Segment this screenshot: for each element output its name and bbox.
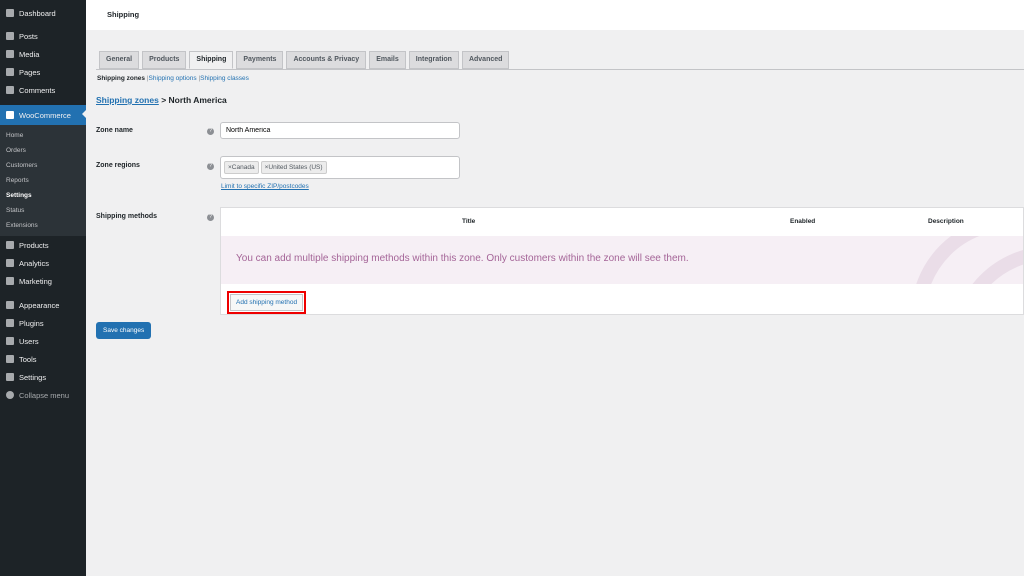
subnav-classes[interactable]: Shipping classes bbox=[200, 75, 249, 82]
breadcrumb: Shipping zones > North America bbox=[96, 95, 227, 105]
col-description: Description bbox=[928, 218, 964, 225]
tab-integration[interactable]: Integration bbox=[408, 51, 459, 69]
label: Settings bbox=[19, 372, 47, 382]
page-header: Shipping bbox=[86, 0, 1024, 30]
label: Comments bbox=[19, 85, 56, 95]
tab-shipping[interactable]: Shipping bbox=[189, 51, 234, 69]
wrench-icon bbox=[6, 355, 14, 363]
menu-woocommerce[interactable]: WooCommerce bbox=[0, 105, 86, 125]
label: Plugins bbox=[19, 318, 44, 328]
tab-accounts-privacy[interactable]: Accounts & Privacy bbox=[286, 51, 367, 69]
menu-plugins[interactable]: Plugins bbox=[0, 314, 86, 332]
label: Collapse menu bbox=[19, 390, 70, 400]
empty-state: You can add multiple shipping methods wi… bbox=[221, 236, 1023, 284]
products-icon bbox=[6, 241, 14, 249]
col-enabled: Enabled bbox=[790, 218, 816, 225]
pin-icon bbox=[6, 32, 14, 40]
zone-regions-select[interactable]: ×Canada ×United States (US) bbox=[220, 156, 460, 179]
shipping-subnav: Shipping zones |Shipping options |Shippi… bbox=[97, 75, 249, 82]
pages-icon bbox=[6, 68, 14, 76]
plugin-icon bbox=[6, 319, 14, 327]
submenu-customers[interactable]: Customers bbox=[0, 158, 86, 173]
label: Analytics bbox=[19, 258, 50, 268]
collapse-icon bbox=[6, 391, 14, 399]
label: Posts bbox=[19, 31, 38, 41]
region-chip: ×United States (US) bbox=[260, 161, 327, 174]
menu-marketing[interactable]: Marketing bbox=[0, 272, 86, 290]
zone-name-label: Zone name bbox=[96, 127, 133, 134]
menu-analytics[interactable]: Analytics bbox=[0, 254, 86, 272]
label: WooCommerce bbox=[19, 110, 71, 120]
menu-media[interactable]: Media bbox=[0, 45, 86, 63]
limit-postcodes-link[interactable]: Limit to specific ZIP/postcodes bbox=[221, 183, 309, 190]
shipping-methods-table: Title Enabled Description You can add mu… bbox=[220, 207, 1024, 315]
tab-products[interactable]: Products bbox=[142, 51, 187, 69]
tab-divider bbox=[96, 69, 1024, 70]
label: Tools bbox=[19, 354, 37, 364]
menu-products[interactable]: Products bbox=[0, 236, 86, 254]
brush-icon bbox=[6, 301, 14, 309]
submenu-settings[interactable]: Settings bbox=[0, 188, 86, 203]
subnav-zones[interactable]: Shipping zones bbox=[97, 75, 145, 82]
shipping-methods-label: Shipping methods bbox=[96, 213, 158, 220]
tab-advanced[interactable]: Advanced bbox=[461, 51, 510, 69]
submenu-reports[interactable]: Reports bbox=[0, 173, 86, 188]
comment-icon bbox=[6, 86, 14, 94]
dashboard-icon bbox=[6, 9, 14, 17]
media-icon bbox=[6, 50, 14, 58]
menu-users[interactable]: Users bbox=[0, 332, 86, 350]
region-chip: ×Canada bbox=[224, 161, 259, 174]
woo-submenu: Home Orders Customers Reports Settings S… bbox=[0, 125, 86, 236]
page-title: Shipping bbox=[107, 10, 140, 19]
subnav-options[interactable]: Shipping options bbox=[149, 75, 197, 82]
settings-icon bbox=[6, 373, 14, 381]
submenu-status[interactable]: Status bbox=[0, 203, 86, 218]
menu-comments[interactable]: Comments bbox=[0, 81, 86, 99]
help-icon[interactable]: ? bbox=[207, 214, 214, 221]
tab-payments[interactable]: Payments bbox=[236, 51, 284, 69]
label: Dashboard bbox=[19, 8, 56, 18]
breadcrumb-link[interactable]: Shipping zones bbox=[96, 95, 159, 105]
col-title: Title bbox=[462, 218, 476, 225]
empty-message: You can add multiple shipping methods wi… bbox=[236, 253, 689, 264]
tab-general[interactable]: General bbox=[99, 51, 140, 69]
menu-dashboard[interactable]: Dashboard bbox=[0, 4, 86, 22]
menu-tools[interactable]: Tools bbox=[0, 350, 86, 368]
megaphone-icon bbox=[6, 277, 14, 285]
label: Media bbox=[19, 49, 40, 59]
label: Products bbox=[19, 240, 49, 250]
submenu-home[interactable]: Home bbox=[0, 128, 86, 143]
label: Appearance bbox=[19, 300, 60, 310]
highlight-box: Add shipping method bbox=[227, 291, 307, 314]
settings-tabs: General Products Shipping Payments Accou… bbox=[99, 51, 510, 69]
save-changes-button[interactable]: Save changes bbox=[96, 322, 152, 339]
add-shipping-method-button[interactable]: Add shipping method bbox=[230, 294, 304, 311]
menu-posts[interactable]: Posts bbox=[0, 27, 86, 45]
submenu-orders[interactable]: Orders bbox=[0, 143, 86, 158]
chip-label: United States (US) bbox=[268, 164, 323, 171]
menu-settings[interactable]: Settings bbox=[0, 368, 86, 386]
tab-emails[interactable]: Emails bbox=[369, 51, 406, 69]
analytics-icon bbox=[6, 259, 14, 267]
zone-name-input[interactable] bbox=[220, 122, 460, 139]
help-icon[interactable]: ? bbox=[207, 128, 214, 135]
zone-regions-label: Zone regions bbox=[96, 162, 140, 169]
submenu-extensions[interactable]: Extensions bbox=[0, 218, 86, 233]
breadcrumb-current: > North America bbox=[161, 95, 227, 105]
menu-appearance[interactable]: Appearance bbox=[0, 296, 86, 314]
menu-pages[interactable]: Pages bbox=[0, 63, 86, 81]
user-icon bbox=[6, 337, 14, 345]
label: Marketing bbox=[19, 276, 52, 286]
chip-label: Canada bbox=[231, 164, 255, 171]
admin-sidebar: Dashboard Posts Media Pages Comments Woo… bbox=[0, 0, 86, 576]
label: Pages bbox=[19, 67, 41, 77]
woo-icon bbox=[6, 111, 14, 119]
help-icon[interactable]: ? bbox=[207, 163, 214, 170]
label: Users bbox=[19, 336, 39, 346]
collapse-menu[interactable]: Collapse menu bbox=[0, 386, 86, 404]
